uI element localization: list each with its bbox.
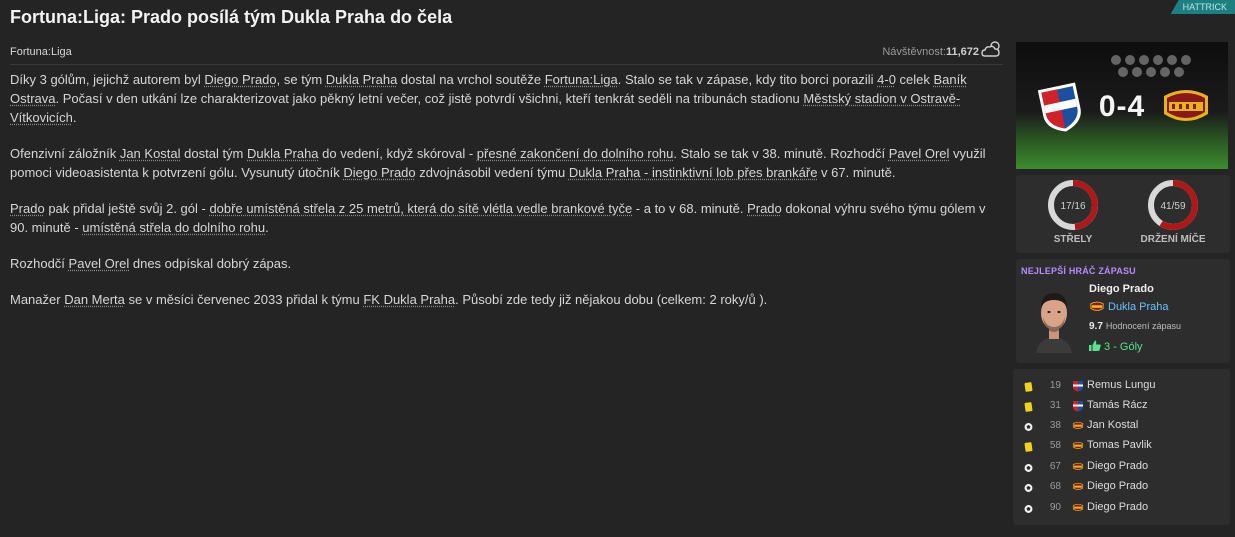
event-row[interactable]: 68 Diego Prado — [1013, 478, 1230, 498]
player-link[interactable]: Prado — [747, 201, 782, 216]
dukla-praha-crest-icon — [1164, 90, 1208, 121]
article-paragraph-5: Manažer Dan Merta se v měsíci červenec 2… — [10, 292, 768, 307]
possession-value: 41/59 — [1160, 201, 1185, 212]
article-paragraph-2: Ofenzivní záložník Jan Kostal dostal tým… — [10, 146, 986, 180]
dukla-praha-crest-icon — [1072, 421, 1084, 429]
referee-link[interactable]: Pavel Orel — [69, 256, 130, 271]
man-of-the-match-card: NEJLEPŠÍ HRÁČ ZÁPASU Diego Prado Dukla P… — [1016, 259, 1230, 363]
event-player[interactable]: Diego Prado — [1087, 480, 1148, 492]
event-minute: 19 — [1049, 380, 1061, 391]
player-link[interactable]: Prado — [10, 201, 45, 216]
yellow-card-icon — [1024, 402, 1033, 412]
match-score-card[interactable]: 0-4 — [1016, 42, 1228, 169]
event-minute: 90 — [1049, 502, 1061, 513]
manager-link[interactable]: Dan Merta — [64, 292, 125, 307]
shots-donut-chart: 17/16 — [1048, 180, 1098, 230]
thumbs-up-icon — [1089, 340, 1101, 351]
shots-value: 17/16 — [1060, 201, 1085, 212]
motm-team[interactable]: Dukla Praha — [1089, 301, 1169, 313]
dukla-praha-crest-icon — [1072, 503, 1084, 511]
article-meta-row: Fortuna:Liga Návštěvnost:11,672 — [10, 41, 1003, 65]
event-player[interactable]: Diego Prado — [1087, 501, 1148, 513]
event-row[interactable]: 19 Remus Lungu — [1013, 377, 1230, 397]
event-minute: 31 — [1049, 400, 1061, 411]
article-paragraph-3: Prado pak přidal ještě svůj 2. gól - dob… — [10, 201, 986, 235]
event-minute: 67 — [1049, 461, 1061, 472]
article-headline: Fortuna:Liga: Prado posílá tým Dukla Pra… — [10, 7, 453, 27]
motm-rating-value: 9.7 — [1089, 321, 1103, 332]
team-link[interactable]: Dukla Praha — [247, 146, 319, 161]
goal-description-link[interactable]: dobře umístěná střela z 25 metrů, která … — [209, 201, 632, 216]
article-paragraph-1: Díky 3 gólům, jejichž autorem byl Diego … — [10, 72, 967, 125]
league-link-inline[interactable]: Fortuna:Liga — [545, 72, 618, 87]
match-result-link[interactable]: 4-0 — [877, 72, 896, 87]
ball-icon — [1024, 505, 1033, 513]
motm-goals: 3 - Góly — [1089, 340, 1143, 353]
referee-link[interactable]: Pavel Orel — [889, 146, 950, 161]
ball-icon — [1024, 484, 1033, 492]
event-player[interactable]: Remus Lungu — [1087, 379, 1156, 391]
dukla-praha-crest-icon — [1090, 301, 1104, 311]
player-link[interactable]: Jan Kostal — [120, 146, 181, 161]
match-report-article: Díky 3 gólům, jejichž autorem byl Diego … — [10, 70, 1000, 326]
banik-ostrava-crest-icon — [1073, 381, 1083, 392]
motm-team-name: Dukla Praha — [1108, 301, 1169, 313]
article-paragraph-4: Rozhodčí Pavel Orel dnes odpískal dobrý … — [10, 256, 292, 271]
possession-donut-chart: 41/59 — [1148, 180, 1198, 230]
player-avatar[interactable] — [1032, 287, 1076, 353]
yellow-card-icon — [1024, 382, 1033, 392]
dukla-praha-crest-icon — [1072, 462, 1084, 470]
yellow-card-icon — [1024, 442, 1033, 452]
event-player[interactable]: Tamás Rácz — [1087, 399, 1148, 411]
event-row[interactable]: 67 Diego Prado — [1013, 458, 1230, 478]
ball-icon — [1024, 423, 1033, 431]
attendance: Návštěvnost:11,672 — [882, 46, 979, 58]
event-row[interactable]: 58 Tomas Pavlik — [1013, 437, 1230, 457]
motm-rating-label: Hodnocení zápasu — [1105, 321, 1181, 331]
team-link[interactable]: FK Dukla Praha — [363, 292, 455, 307]
match-stats-card: 17/16 STŘELY 41/59 DRŽENÍ MÍČE — [1016, 175, 1230, 253]
ball-icon — [1024, 464, 1033, 472]
shots-label: STŘELY — [1053, 234, 1093, 245]
dukla-praha-crest-icon — [1072, 441, 1084, 449]
event-player[interactable]: Jan Kostal — [1087, 419, 1138, 431]
team-link[interactable]: Dukla Praha — [326, 72, 398, 87]
stadium-lights-decoration — [1111, 55, 1191, 77]
event-row[interactable]: 31 Tamás Rácz — [1013, 397, 1230, 417]
attendance-value: 11,672 — [945, 46, 979, 58]
attendance-label: Návštěvnost: — [882, 46, 946, 58]
banik-ostrava-crest-icon — [1073, 401, 1083, 412]
event-minute: 68 — [1049, 481, 1061, 492]
motm-rating: 9.7 Hodnocení zápasu — [1089, 321, 1181, 332]
goal-description-link[interactable]: přesné zakončení do dolního rohu — [477, 146, 674, 161]
event-player[interactable]: Tomas Pavlik — [1087, 439, 1152, 451]
dukla-praha-crest-icon — [1072, 482, 1084, 490]
possession-gauge[interactable]: 41/59 DRŽENÍ MÍČE — [1123, 179, 1223, 245]
event-minute: 58 — [1049, 440, 1061, 451]
event-row[interactable]: 38 Jan Kostal — [1013, 417, 1230, 437]
motm-title: NEJLEPŠÍ HRÁČ ZÁPASU — [1021, 266, 1136, 276]
player-link[interactable]: Diego Prado — [343, 165, 415, 180]
possession-label: DRŽENÍ MÍČE — [1140, 234, 1206, 245]
hattrick-badge[interactable]: HATTRICK — [1170, 0, 1235, 14]
player-link[interactable]: Diego Prado — [204, 72, 276, 87]
match-events-list: 19 Remus Lungu 31 Tamás Rácz 38 Jan Kostal 58 T… — [1013, 369, 1230, 525]
goal-description-link[interactable]: Dukla Praha - instinktivní lob přes bran… — [569, 165, 818, 180]
partly-cloudy-weather-icon — [981, 41, 1000, 57]
event-row[interactable]: 90 Diego Prado — [1013, 499, 1230, 519]
league-link[interactable]: Fortuna:Liga — [10, 46, 72, 58]
goal-description-link[interactable]: umístěná střela do dolního rohu — [82, 220, 265, 235]
shots-gauge[interactable]: 17/16 STŘELY — [1023, 179, 1123, 245]
motm-goals-text: 3 - Góly — [1104, 341, 1143, 353]
event-player[interactable]: Diego Prado — [1087, 460, 1148, 472]
event-minute: 38 — [1049, 420, 1061, 431]
motm-player-name[interactable]: Diego Prado — [1089, 283, 1154, 295]
